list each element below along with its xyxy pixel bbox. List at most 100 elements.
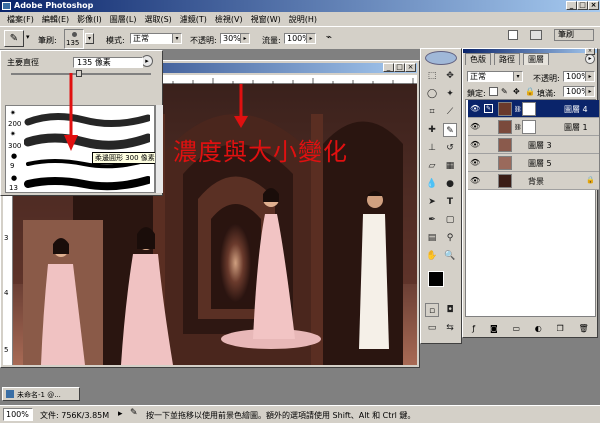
menu-image[interactable]: 影像(I) <box>73 14 106 25</box>
brush-size: 9 <box>10 162 15 170</box>
fill-field[interactable]: 100% ▸ <box>563 86 595 97</box>
airbrush-icon[interactable]: ⌁ <box>322 32 336 46</box>
layer-name: 圖層 5 <box>528 159 552 168</box>
delete-layer-icon[interactable]: 🗑 <box>578 324 588 333</box>
marquee-tool-icon[interactable]: ⬚ <box>425 69 439 83</box>
menu-file[interactable]: 檔案(F) <box>3 14 38 25</box>
eye-icon[interactable]: 👁 <box>470 176 480 186</box>
file-browser-icon[interactable] <box>508 30 518 40</box>
tab-paths[interactable]: 路徑 <box>494 53 520 65</box>
lock-all-icon[interactable]: 🔒 <box>525 87 535 96</box>
menu-window[interactable]: 視窗(W) <box>247 14 285 25</box>
layer-name: 圖層 3 <box>528 141 552 150</box>
layer-opacity-field[interactable]: 100% ▸ <box>563 71 595 82</box>
dodge-tool-icon[interactable]: ● <box>443 177 457 191</box>
doc-maximize-button[interactable]: □ <box>394 63 405 72</box>
menu-filter[interactable]: 濾鏡(T) <box>176 14 211 25</box>
menu-layer[interactable]: 圖層(L) <box>106 14 141 25</box>
layer-row[interactable]: 👁 圖層 3 <box>468 136 599 154</box>
layer-opacity-label: 不透明: <box>533 74 560 83</box>
tab-brushes-well[interactable]: 筆刷 <box>554 29 594 41</box>
preset-arrow-icon[interactable]: ▾ <box>26 33 30 41</box>
screen-mode-icon[interactable]: ▭ <box>425 321 439 335</box>
mode-select[interactable]: 正常 ▾ <box>130 33 182 44</box>
layer-row[interactable]: 👁 圖層 5 <box>468 154 599 172</box>
hand-tool-icon[interactable]: ✋ <box>425 249 439 263</box>
pen-tool-icon[interactable]: ✒ <box>425 213 439 227</box>
stamp-tool-icon[interactable]: ⊥ <box>425 141 439 155</box>
minimized-document-button[interactable]: 未命名-1 @... <box>2 387 80 401</box>
history-brush-tool-icon[interactable]: ↺ <box>443 141 457 155</box>
brush-stroke-previews <box>24 113 150 191</box>
layer-set-icon[interactable]: ▭ <box>512 324 520 333</box>
brush-size: 13 <box>9 184 18 192</box>
diameter-field[interactable]: 135 像素 <box>73 57 143 68</box>
standard-mode-icon[interactable]: ▫ <box>425 303 439 317</box>
menu-help[interactable]: 說明(H) <box>285 14 321 25</box>
slice-tool-icon[interactable]: ⟋ <box>443 105 457 119</box>
zoom-field[interactable]: 100% <box>3 408 33 421</box>
tab-channels[interactable]: 色版 <box>465 53 491 65</box>
lock-transparency-checkbox[interactable] <box>489 87 498 96</box>
doc-close-button[interactable]: × <box>405 63 416 72</box>
lock-move-icon[interactable]: ✥ <box>513 87 520 96</box>
close-button[interactable]: × <box>588 1 599 10</box>
print-icon[interactable] <box>530 30 542 40</box>
status-arrow-icon[interactable]: ▸ <box>118 409 123 419</box>
menu-select[interactable]: 選取(S) <box>140 14 175 25</box>
menu-view[interactable]: 檢視(V) <box>211 14 247 25</box>
hard-brush-dot-icon: ● <box>11 174 18 182</box>
move-tool-icon[interactable]: ✥ <box>443 69 457 83</box>
path-select-tool-icon[interactable]: ➤ <box>425 195 439 209</box>
adjustment-layer-icon[interactable]: ◐ <box>535 324 542 333</box>
adobe-eye-icon[interactable] <box>425 51 457 65</box>
add-mask-icon[interactable]: ◙ <box>490 324 498 333</box>
eye-icon[interactable]: 👁 <box>470 140 480 150</box>
brush-preview[interactable]: 135 <box>64 29 84 49</box>
eye-icon[interactable]: 👁 <box>470 158 480 168</box>
doc-minimize-button[interactable]: _ <box>383 63 394 72</box>
eyedropper-tool-icon[interactable]: ⚲ <box>443 231 457 245</box>
eye-icon[interactable]: 👁 <box>470 104 480 114</box>
ruler-label: 4 <box>4 289 9 297</box>
chevron-right-icon: ▸ <box>306 34 315 43</box>
eraser-tool-icon[interactable]: ▱ <box>425 159 439 173</box>
quick-mask-icon[interactable]: ◘ <box>443 303 457 317</box>
opacity-label: 不透明: <box>190 36 217 45</box>
maximize-button[interactable]: □ <box>577 1 588 10</box>
layer-thumbnail <box>498 174 512 188</box>
jump-to-imageready-icon[interactable]: ⇆ <box>443 321 457 335</box>
blur-tool-icon[interactable]: 💧 <box>425 177 439 191</box>
brush-tool-icon[interactable]: ✎ <box>443 123 457 137</box>
opacity-field[interactable]: 30% ▸ <box>220 33 250 44</box>
menu-edit[interactable]: 編輯(E) <box>38 14 73 25</box>
shape-tool-icon[interactable]: ▢ <box>443 213 457 227</box>
blend-mode-select[interactable]: 正常 ▾ <box>467 71 523 82</box>
layers-list[interactable]: 👁 ✎ ⛓ 圖層 4 👁 ⛓ 圖層 1 👁 圖層 3 👁 圖層 5 👁 背景 🔒 <box>465 99 599 317</box>
flow-field[interactable]: 100% ▸ <box>284 33 316 44</box>
layer-row[interactable]: 👁 ✎ ⛓ 圖層 4 <box>468 100 599 118</box>
magic-wand-tool-icon[interactable]: ✦ <box>443 87 457 101</box>
zoom-tool-icon[interactable]: 🔍 <box>443 249 457 263</box>
panel-menu-arrow-icon[interactable]: ▸ <box>585 54 595 64</box>
brush-tool-preset-icon[interactable]: ✎ <box>4 30 24 47</box>
layer-row[interactable]: 👁 ⛓ 圖層 1 <box>468 118 599 136</box>
lasso-tool-icon[interactable]: ◯ <box>425 87 439 101</box>
new-layer-icon[interactable]: ❐ <box>557 324 564 333</box>
layer-name: 背景 <box>528 177 544 186</box>
foreground-color-swatch[interactable] <box>428 271 444 287</box>
flow-label: 流量: <box>262 36 281 45</box>
notes-tool-icon[interactable]: ▤ <box>425 231 439 245</box>
brush-list-scrollbar[interactable] <box>155 105 163 193</box>
tab-layers[interactable]: 圖層 <box>523 53 549 65</box>
lock-paint-icon[interactable]: ✎ <box>501 87 508 96</box>
healing-brush-tool-icon[interactable]: ✚ <box>425 123 439 137</box>
gradient-tool-icon[interactable]: ▦ <box>443 159 457 173</box>
brush-picker-arrow-icon[interactable]: ▾ <box>85 33 94 44</box>
crop-tool-icon[interactable]: ⌗ <box>425 105 439 119</box>
type-tool-icon[interactable]: T <box>443 195 457 209</box>
layer-row[interactable]: 👁 背景 🔒 <box>468 172 599 190</box>
eye-icon[interactable]: 👁 <box>470 122 480 132</box>
minimize-button[interactable]: _ <box>566 1 577 10</box>
layer-style-icon[interactable]: ƒ <box>472 324 475 333</box>
